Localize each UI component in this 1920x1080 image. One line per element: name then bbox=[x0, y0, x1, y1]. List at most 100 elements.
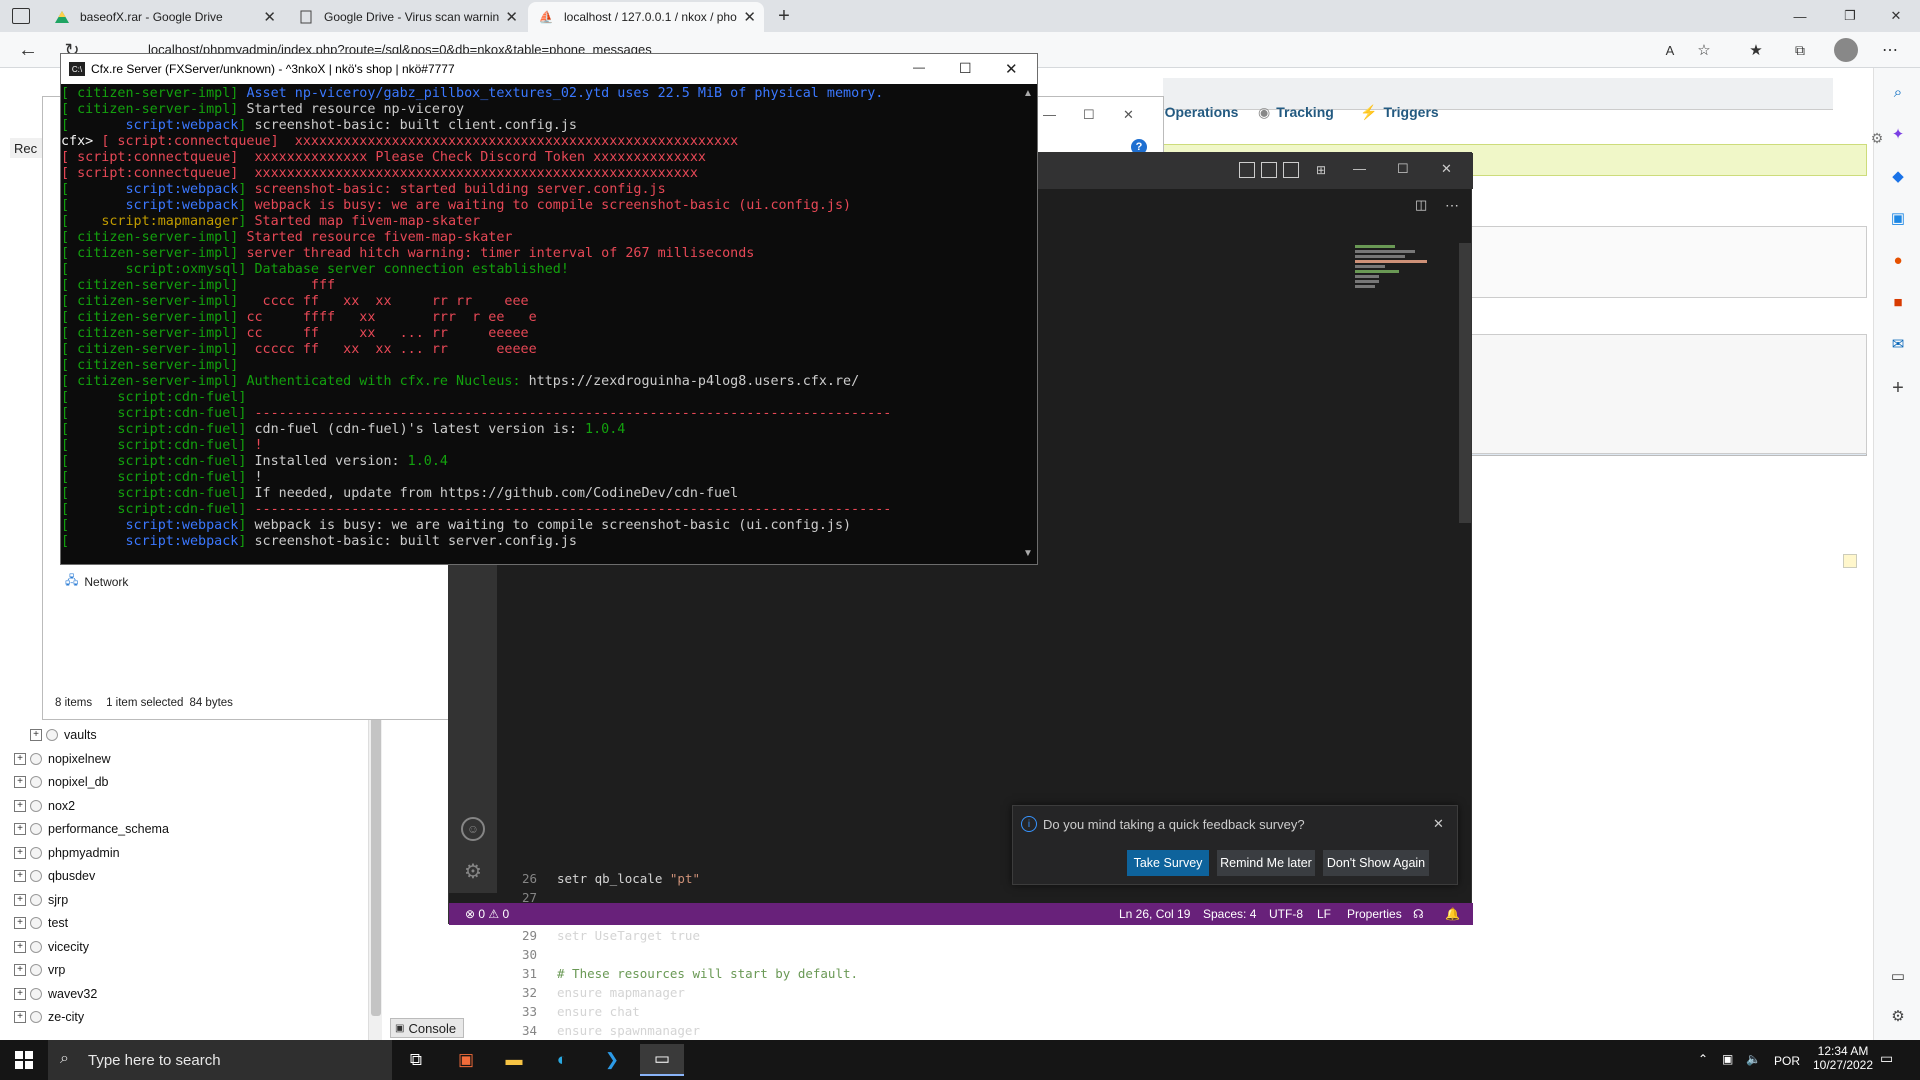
edge-icon[interactable]: ◐ bbox=[540, 1044, 584, 1076]
shopping-tag-icon[interactable]: ◆ bbox=[1886, 164, 1910, 188]
console-tab[interactable]: ▣ Console bbox=[390, 1018, 464, 1038]
code-line[interactable]: 33 ensure chat bbox=[497, 1002, 640, 1021]
tree-item-wavev32[interactable]: + wavev32 bbox=[14, 984, 97, 1004]
expand-icon[interactable]: + bbox=[14, 1011, 26, 1023]
minimap[interactable] bbox=[1355, 243, 1435, 333]
expand-icon[interactable]: + bbox=[14, 870, 26, 882]
language-indicator[interactable]: POR bbox=[1774, 1054, 1800, 1068]
split-editor-icon[interactable]: ◫ bbox=[1415, 197, 1427, 213]
file-explorer-icon[interactable]: ▬ bbox=[492, 1044, 536, 1076]
tab-actions-icon[interactable] bbox=[12, 8, 30, 24]
feedback-icon[interactable]: ☊ bbox=[1413, 907, 1424, 921]
layout-secondary-icon[interactable] bbox=[1283, 162, 1299, 178]
minimize-icon[interactable]: — bbox=[1790, 6, 1810, 26]
nav-network[interactable]: 🖧 Network bbox=[65, 571, 128, 592]
tree-item-performance-schema[interactable]: + performance_schema bbox=[14, 819, 169, 839]
search-icon[interactable]: ⌕ bbox=[1886, 80, 1910, 104]
notifications-bell-icon[interactable]: 🔔 bbox=[1445, 907, 1460, 921]
manage-gear-icon[interactable]: ⚙ bbox=[461, 859, 485, 883]
minimize-icon[interactable]: — bbox=[1043, 107, 1056, 122]
tree-item-vrp[interactable]: + vrp bbox=[14, 960, 65, 980]
vscode-icon[interactable]: ❯ bbox=[590, 1044, 634, 1076]
tray-chevron-icon[interactable]: ⌃ bbox=[1698, 1052, 1708, 1066]
maximize-icon[interactable]: ☐ bbox=[959, 60, 972, 77]
console-scrollbar[interactable]: ▲ ▼ bbox=[1021, 84, 1037, 564]
volume-muted-icon[interactable]: 🔈 bbox=[1746, 1052, 1761, 1066]
close-tab-icon[interactable]: ✕ bbox=[505, 8, 518, 26]
tree-item-nopixelnew[interactable]: + nopixelnew bbox=[14, 749, 111, 769]
tree-item-nox2[interactable]: + nox2 bbox=[14, 796, 75, 816]
code-line[interactable]: 32 ensure mapmanager bbox=[497, 983, 685, 1002]
customize-layout-icon[interactable]: ⊞ bbox=[1313, 162, 1329, 178]
take-survey-button[interactable]: Take Survey bbox=[1127, 850, 1209, 876]
tree-item-vaults[interactable]: + vaults bbox=[30, 725, 97, 745]
encoding[interactable]: UTF-8 bbox=[1269, 907, 1303, 921]
close-icon[interactable]: ✕ bbox=[1433, 816, 1444, 832]
network-tray-icon[interactable]: ▣ bbox=[1722, 1052, 1733, 1066]
code-line[interactable]: 31 # These resources will start by defaul… bbox=[497, 964, 858, 983]
expand-icon[interactable]: + bbox=[14, 753, 26, 765]
expand-icon[interactable]: + bbox=[14, 894, 26, 906]
tree-item-ze-city[interactable]: + ze-city bbox=[14, 1007, 84, 1027]
minimize-icon[interactable]: — bbox=[913, 60, 925, 74]
close-icon[interactable]: ✕ bbox=[1441, 161, 1452, 177]
console-output[interactable]: [ citizen-server-impl] Asset np-viceroy/… bbox=[61, 84, 1021, 564]
tree-item-vicecity[interactable]: + vicecity bbox=[14, 937, 89, 957]
cursor-position[interactable]: Ln 26, Col 19 bbox=[1119, 907, 1190, 921]
tab-triggers[interactable]: ⚡ Triggers bbox=[1360, 100, 1439, 124]
settings-gear-icon[interactable]: ⚙ bbox=[1886, 1004, 1910, 1028]
close-tab-icon[interactable]: ✕ bbox=[263, 8, 276, 26]
scroll-down-icon[interactable]: ▼ bbox=[1023, 548, 1033, 559]
terminal-icon[interactable]: ▭ bbox=[640, 1044, 684, 1076]
note-icon[interactable] bbox=[1843, 554, 1857, 568]
tools-icon[interactable]: ▣ bbox=[1886, 206, 1910, 230]
collections-icon[interactable]: ⧉ bbox=[1790, 40, 1810, 60]
expand-icon[interactable]: + bbox=[14, 917, 26, 929]
expand-icon[interactable]: + bbox=[14, 847, 26, 859]
editor-more-icon[interactable]: ⋯ bbox=[1445, 197, 1459, 214]
remind-later-button[interactable]: Remind Me later bbox=[1217, 850, 1315, 876]
games-icon[interactable]: ● bbox=[1886, 248, 1910, 272]
expand-icon[interactable]: + bbox=[14, 964, 26, 976]
task-view-icon[interactable]: ⧉ bbox=[394, 1044, 438, 1076]
outlook-icon[interactable]: ✉ bbox=[1886, 332, 1910, 356]
sidebar-toggle-icon[interactable]: ▭ bbox=[1886, 964, 1910, 988]
code-line[interactable]: 30 bbox=[497, 945, 557, 964]
expand-icon[interactable]: + bbox=[14, 988, 26, 1000]
maximize-icon[interactable]: ☐ bbox=[1397, 161, 1409, 177]
new-tab-icon[interactable]: + bbox=[772, 4, 796, 28]
favorites-icon[interactable]: ★ bbox=[1746, 40, 1766, 60]
favorite-star-icon[interactable]: ☆ bbox=[1694, 40, 1714, 60]
scroll-up-icon[interactable]: ▲ bbox=[1023, 88, 1033, 99]
minimize-icon[interactable]: — bbox=[1353, 161, 1366, 176]
close-tab-icon[interactable]: ✕ bbox=[743, 8, 756, 26]
indentation[interactable]: Spaces: 4 bbox=[1203, 907, 1256, 921]
add-icon[interactable]: + bbox=[1886, 376, 1910, 400]
tree-item-sjrp[interactable]: + sjrp bbox=[14, 890, 68, 910]
expand-icon[interactable]: + bbox=[30, 729, 42, 741]
settings-gear-icon[interactable]: ⚙ bbox=[1863, 130, 1891, 158]
more-icon[interactable]: ⋯ bbox=[1880, 40, 1900, 60]
office-icon[interactable]: ■ bbox=[1886, 290, 1910, 314]
browser-tab-3[interactable]: ⛵ localhost / 127.0.0.1 / nkox / pho ✕ bbox=[528, 2, 764, 32]
browser-tab-2[interactable]: Google Drive - Virus scan warnin ✕ bbox=[288, 2, 526, 32]
tree-item-nopixel-db[interactable]: + nopixel_db bbox=[14, 772, 108, 792]
read-aloud-icon[interactable]: A bbox=[1660, 40, 1680, 60]
accounts-icon[interactable]: ☺ bbox=[461, 817, 485, 841]
maximize-icon[interactable]: ☐ bbox=[1083, 107, 1095, 123]
expand-icon[interactable]: + bbox=[14, 941, 26, 953]
notification-center-icon[interactable]: ▭ bbox=[1880, 1050, 1893, 1067]
code-line[interactable]: 34 ensure spawnmanager bbox=[497, 1021, 700, 1040]
layout-panel-icon[interactable] bbox=[1261, 162, 1277, 178]
expand-icon[interactable]: + bbox=[14, 776, 26, 788]
expand-icon[interactable]: + bbox=[14, 800, 26, 812]
tree-item-phpmyadmin[interactable]: + phpmyadmin bbox=[14, 843, 120, 863]
profile-avatar[interactable] bbox=[1834, 38, 1858, 62]
taskbar-search[interactable]: ⌕ Type here to search bbox=[48, 1040, 392, 1080]
clock[interactable]: 12:34 AM 10/27/2022 bbox=[1812, 1044, 1874, 1072]
editor-scrollbar[interactable] bbox=[1459, 243, 1471, 523]
tab-tracking[interactable]: ◉ Tracking bbox=[1258, 100, 1334, 124]
dont-show-again-button[interactable]: Don't Show Again bbox=[1323, 850, 1429, 876]
end-of-line[interactable]: LF bbox=[1317, 907, 1331, 921]
problems-indicator[interactable]: ⊗ 0 ⚠ 0 bbox=[465, 907, 509, 921]
